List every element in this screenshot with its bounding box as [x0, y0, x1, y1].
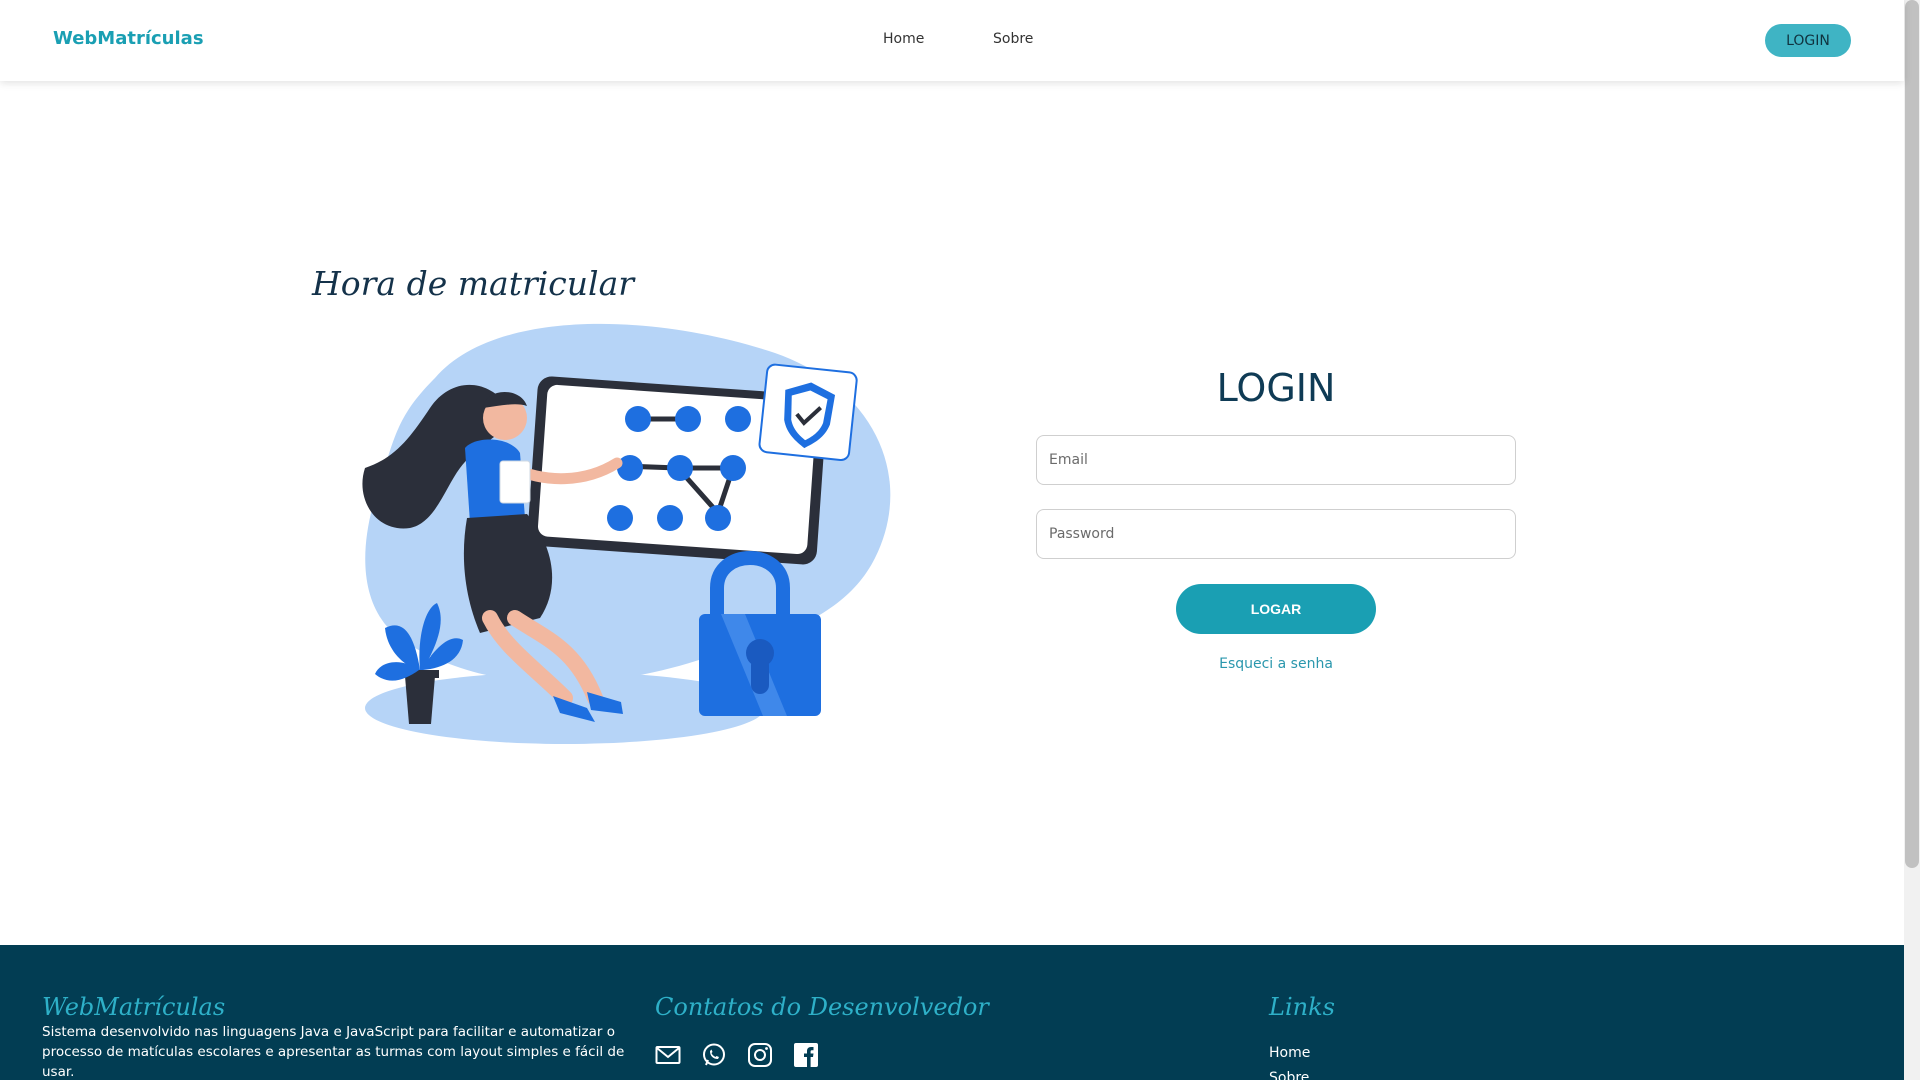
- footer-about-title: WebMatrículas: [42, 993, 226, 1021]
- pattern-dots: [607, 406, 751, 531]
- brand-logo[interactable]: WebMatrículas: [53, 28, 204, 49]
- email-input[interactable]: [1036, 435, 1516, 485]
- nav-link-home[interactable]: Home: [883, 31, 924, 47]
- footer-contact-icons: [655, 1042, 819, 1068]
- footer-links-title: Links: [1269, 993, 1335, 1021]
- footer-about-text: Sistema desenvolvido nas linguagens Java…: [42, 1024, 625, 1080]
- nav-link-sobre[interactable]: Sobre: [993, 31, 1033, 47]
- logar-button[interactable]: LOGAR: [1176, 584, 1376, 634]
- footer-link-sobre[interactable]: Sobre: [1269, 1070, 1309, 1080]
- top-navbar: WebMatrículas Home Sobre LOGIN: [0, 0, 1904, 81]
- mail-icon[interactable]: [655, 1042, 681, 1068]
- vertical-scrollbar-thumb[interactable]: [1905, 0, 1919, 868]
- footer-link-home[interactable]: Home: [1269, 1045, 1310, 1061]
- hero-title: Hora de matricular: [312, 264, 635, 303]
- login-security-illustration: [362, 323, 891, 744]
- shield-check-card: [758, 363, 858, 461]
- instagram-icon[interactable]: [747, 1042, 773, 1068]
- nav-login-button[interactable]: LOGIN: [1765, 24, 1851, 57]
- whatsapp-icon[interactable]: [701, 1042, 727, 1068]
- password-input[interactable]: [1036, 509, 1516, 559]
- forgot-password-link[interactable]: Esqueci a senha: [1036, 656, 1516, 672]
- facebook-icon[interactable]: [793, 1042, 819, 1068]
- login-heading: LOGIN: [1216, 366, 1336, 410]
- footer-contacts-title: Contatos do Desenvolvedor: [655, 993, 989, 1021]
